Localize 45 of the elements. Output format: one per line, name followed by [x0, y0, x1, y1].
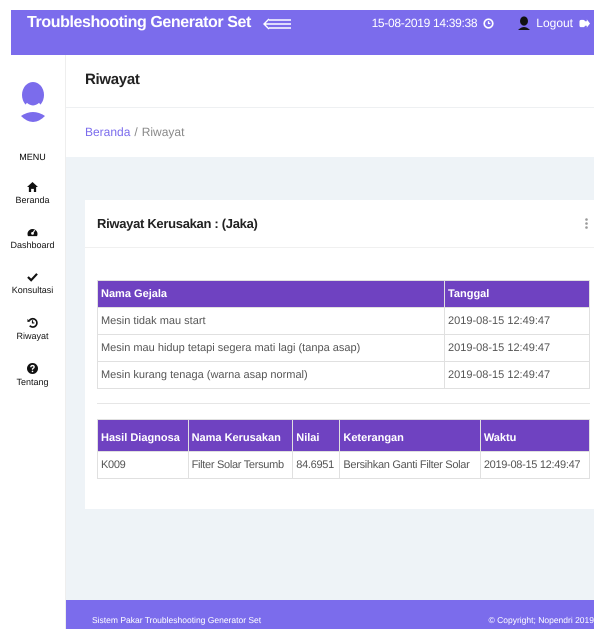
- table-cell: Bersihkan Ganti Filter Solar: [340, 452, 480, 478]
- column-header: Keterangan: [340, 420, 480, 452]
- gauge-icon: [27, 227, 38, 237]
- column-header: Hasil Diagnosa: [98, 420, 188, 452]
- menu-toggle-icon[interactable]: [262, 17, 293, 31]
- history-icon: [26, 317, 38, 328]
- column-header: Nama Kerusakan: [188, 420, 293, 452]
- logout-link[interactable]: Logout: [536, 16, 573, 30]
- table-cell: 2019-08-15 12:49:47: [480, 452, 590, 478]
- app-title: Troubleshooting Generator Set: [27, 14, 251, 32]
- user-icon: [518, 16, 530, 30]
- avatar-icon: [20, 82, 46, 124]
- column-header: Nilai: [292, 420, 340, 452]
- column-header: Nama Gejala: [98, 280, 444, 308]
- table-cell: Mesin mau hidup tetapi segera mati lagi (tanpa asap): [98, 334, 444, 362]
- table-cell: 2019-08-15 12:49:47: [444, 362, 590, 388]
- home-icon: [27, 182, 38, 192]
- table-cell: Filter Solar Tersumb: [188, 452, 293, 478]
- table-cell: Mesin kurang tenaga (warna asap normal): [98, 362, 444, 388]
- table-cell: Mesin tidak mau start: [98, 308, 444, 334]
- table-cell: 84.6951: [292, 452, 340, 478]
- nav-item[interactable]: Dashboard: [10, 227, 55, 250]
- more-options-icon[interactable]: [585, 218, 588, 229]
- breadcrumb-current: Riwayat: [142, 125, 184, 139]
- datetime-text: 15-08-2019 14:39:38: [372, 16, 478, 30]
- nav-item[interactable]: Konsultasi: [12, 272, 54, 295]
- question-icon: [27, 363, 38, 374]
- card-title: Riwayat Kerusakan : (Jaka): [97, 216, 258, 231]
- breadcrumb-link[interactable]: Beranda: [85, 125, 130, 139]
- table-cell: K009: [98, 452, 188, 478]
- breadcrumb-separator: /: [134, 125, 138, 139]
- column-header: Tanggal: [444, 280, 590, 308]
- check-icon: [27, 272, 38, 282]
- table-cell: 2019-08-15 12:49:47: [444, 308, 590, 334]
- footer-text: Sistem Pakar Troubleshooting Generator Set: [92, 615, 262, 625]
- nav-item[interactable]: Beranda: [15, 182, 50, 205]
- menu-label: MENU: [19, 152, 46, 162]
- clock-icon: [483, 18, 494, 29]
- sign-out-icon[interactable]: [579, 18, 590, 29]
- nav-item[interactable]: Riwayat: [16, 317, 48, 341]
- nav-item[interactable]: Tentang: [16, 363, 49, 387]
- column-header: Waktu: [480, 420, 590, 452]
- table-cell: 2019-08-15 12:49:47: [444, 334, 590, 362]
- copyright-text: © Copyright; Nopendri 2019: [488, 615, 594, 625]
- page-title: Riwayat: [85, 71, 141, 88]
